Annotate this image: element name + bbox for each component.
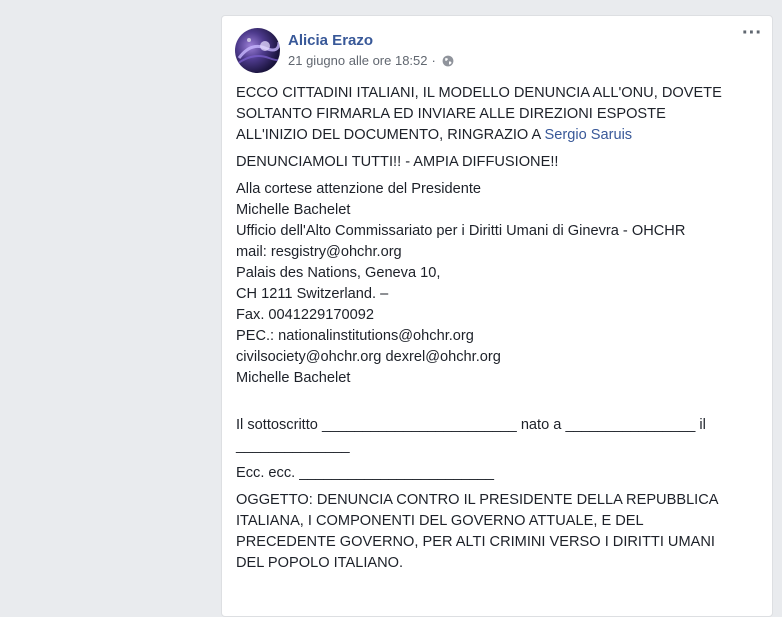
intro-line: ECCO CITTADINI ITALIANI, IL MODELLO DENU… <box>236 85 722 101</box>
subject-block: OGGETTO: DENUNCIA CONTRO IL PRESIDENTE D… <box>236 490 764 574</box>
post-body: ECCO CITTADINI ITALIANI, IL MODELLO DENU… <box>236 83 764 580</box>
intro-line: ALL'INIZIO DEL DOCUMENTO, RINGRAZIO A Se… <box>236 125 764 146</box>
address-line: Fax. 0041229170092 <box>236 307 374 323</box>
address-line: mail: resgistry@ohchr.org <box>236 244 402 260</box>
avatar-image <box>236 38 280 65</box>
mention-link[interactable]: Sergio Saruis <box>545 127 633 143</box>
address-line: CH 1211 Switzerland. – <box>236 286 389 302</box>
avatar[interactable] <box>235 28 280 73</box>
author-name[interactable]: Alicia Erazo <box>288 32 373 49</box>
post-card: Alicia Erazo 21 giugno alle ore 18:52 · … <box>221 15 773 617</box>
globe-icon[interactable] <box>442 55 454 67</box>
address-line: civilsociety@ohchr.org dexrel@ohchr.org <box>236 349 501 365</box>
post-timestamp[interactable]: 21 giugno alle ore 18:52 <box>288 53 428 68</box>
subject-line: OGGETTO: DENUNCIA CONTRO IL PRESIDENTE D… <box>236 492 719 508</box>
subject-line: DEL POPOLO ITALIANO. <box>236 555 404 571</box>
address-line: Ufficio dell'Alto Commissariato per i Di… <box>236 223 686 239</box>
address-line: Alla cortese attenzione del Presidente <box>236 181 482 197</box>
ecc-line: Ecc. ecc. ________________________ <box>236 465 495 481</box>
address-block: Alla cortese attenzione del Presidente M… <box>236 179 764 409</box>
address-line: Michelle Bachelet <box>236 370 351 386</box>
signature-line: ______________ <box>236 438 350 454</box>
post-intro: ECCO CITTADINI ITALIANI, IL MODELLO DENU… <box>236 83 764 146</box>
signature-line: Il sottoscritto ________________________… <box>236 417 706 433</box>
subject-line: ITALIANA, I COMPONENTI DEL GOVERNO ATTUA… <box>236 513 644 529</box>
address-line: Palais des Nations, Geneva 10, <box>236 265 441 281</box>
intro-line-text: ALL'INIZIO DEL DOCUMENTO, RINGRAZIO A <box>236 127 545 143</box>
signature-block: Il sottoscritto ________________________… <box>236 415 764 457</box>
meta-separator: · <box>431 53 436 68</box>
address-line: Michelle Bachelet <box>236 202 351 218</box>
more-options-button[interactable]: ··· <box>742 23 762 43</box>
post-headline: DENUNCIAMOLI TUTTI!! - AMPIA DIFFUSIONE!… <box>236 154 559 170</box>
intro-line: SOLTANTO FIRMARLA ED INVIARE ALLE DIREZI… <box>236 106 666 122</box>
post-meta: 21 giugno alle ore 18:52 · <box>288 53 454 68</box>
subject-line: PRECEDENTE GOVERNO, PER ALTI CRIMINI VER… <box>236 534 715 550</box>
address-line: PEC.: nationalinstitutions@ohchr.org <box>236 328 474 344</box>
